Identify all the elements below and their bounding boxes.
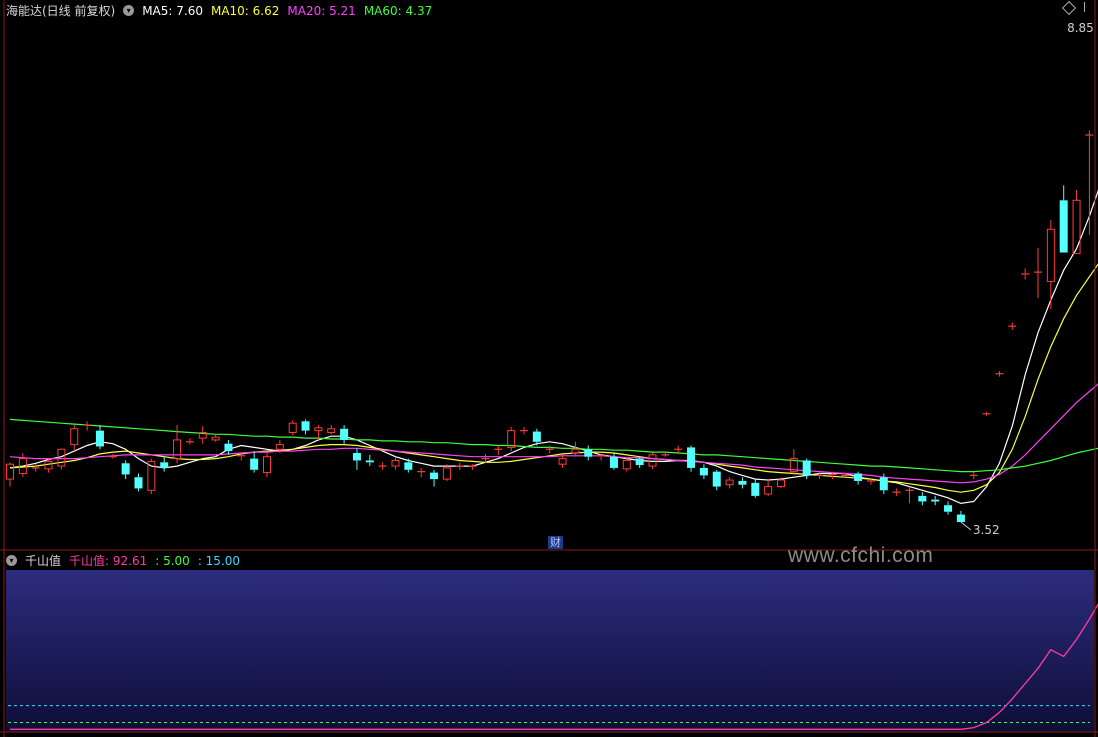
ma-line-ma20 (9, 383, 1098, 484)
candle[interactable] (545, 445, 554, 453)
candle[interactable] (725, 477, 734, 489)
candle[interactable] (956, 510, 965, 522)
candle[interactable] (95, 425, 104, 450)
candle[interactable] (211, 434, 220, 442)
candle[interactable] (173, 425, 182, 464)
candle[interactable] (584, 445, 593, 461)
ma5-label: MA5: 7.60 (142, 3, 203, 18)
candle[interactable] (751, 479, 760, 498)
candle[interactable] (365, 454, 374, 467)
candle[interactable] (198, 425, 207, 444)
candle[interactable] (83, 421, 92, 431)
candle[interactable] (1008, 322, 1017, 330)
scroll-handle[interactable] (1084, 2, 1085, 12)
candle[interactable] (789, 449, 798, 476)
candle[interactable] (558, 454, 567, 468)
candle[interactable] (738, 477, 747, 489)
candle[interactable] (520, 426, 528, 435)
candle[interactable] (1021, 268, 1030, 280)
candle[interactable] (918, 492, 927, 506)
candle[interactable] (185, 438, 194, 445)
candle[interactable] (417, 467, 426, 478)
candle[interactable] (340, 425, 349, 444)
candle[interactable] (982, 411, 991, 416)
price-legend: 海能达(日线 前复权) ▾ MA5: 7.60 MA10: 6.62 MA20:… (6, 2, 432, 19)
candle[interactable] (1046, 219, 1055, 310)
candle[interactable] (854, 471, 863, 485)
candle[interactable] (687, 445, 696, 472)
indicator-legend: ▾ 千山值 千山值: 92.61 : 5.00 : 15.00 (6, 552, 240, 569)
candle[interactable] (931, 495, 940, 506)
candle[interactable] (571, 441, 580, 457)
candle[interactable] (288, 420, 297, 436)
candle[interactable] (609, 452, 618, 470)
candle[interactable] (224, 439, 233, 455)
candle[interactable] (442, 464, 451, 481)
candle[interactable] (250, 451, 259, 473)
high-label: 8.85 (1067, 21, 1094, 35)
indicator-toggle-icon[interactable]: ▾ (6, 555, 17, 566)
ma10-label: MA10: 6.62 (210, 3, 280, 18)
candle[interactable] (674, 445, 683, 453)
candle[interactable] (712, 469, 721, 491)
candle[interactable] (455, 462, 464, 470)
candle[interactable] (622, 457, 631, 472)
candle[interactable] (160, 456, 169, 472)
candle[interactable] (378, 462, 387, 470)
low-label: 3.52 (973, 523, 1000, 537)
candle[interactable] (494, 445, 503, 455)
candle[interactable] (815, 471, 824, 480)
candle[interactable] (6, 462, 14, 487)
ma60-label: MA60: 4.37 (363, 3, 433, 18)
chart-title: 海能达(日线 前复权) (6, 4, 116, 18)
candle[interactable] (108, 453, 117, 459)
candle[interactable] (391, 456, 400, 470)
candle[interactable] (70, 425, 79, 452)
candle[interactable] (764, 479, 773, 496)
candle[interactable] (507, 426, 516, 452)
candle[interactable] (905, 486, 914, 504)
settings-toggle-icon[interactable]: ▾ (123, 5, 135, 16)
candle[interactable] (892, 488, 901, 496)
chart-canvas[interactable]: 8.85 3.52 (0, 0, 1098, 737)
indicator-level1: : 5.00 (155, 553, 190, 568)
candle[interactable] (263, 452, 271, 478)
indicator-title: 千山值 (25, 554, 62, 568)
indicator-level2: : 15.00 (197, 553, 241, 568)
candle[interactable] (301, 419, 310, 435)
candle[interactable] (1085, 130, 1094, 235)
candle[interactable] (147, 458, 156, 495)
ma20-label: MA20: 5.21 (287, 3, 356, 18)
candle[interactable] (352, 448, 361, 470)
candle[interactable] (969, 471, 978, 480)
candle[interactable] (995, 370, 1004, 377)
candle[interactable] (327, 425, 336, 435)
candle[interactable] (1059, 185, 1068, 253)
candle[interactable] (699, 464, 708, 480)
indicator-main-value: 千山值: 92.61 (69, 554, 148, 568)
candle[interactable] (1034, 247, 1042, 299)
finance-badge[interactable]: 财 (548, 536, 563, 549)
low-marker (960, 521, 972, 531)
subchart-background (6, 570, 1094, 732)
candle[interactable] (134, 473, 143, 492)
candle[interactable] (661, 452, 670, 457)
watermark: www.cfchi.com (788, 544, 934, 567)
candle[interactable] (430, 469, 439, 487)
candle[interactable] (121, 460, 130, 480)
candle[interactable] (944, 501, 953, 515)
price-chart[interactable]: 8.85 3.52 (6, 21, 1098, 537)
